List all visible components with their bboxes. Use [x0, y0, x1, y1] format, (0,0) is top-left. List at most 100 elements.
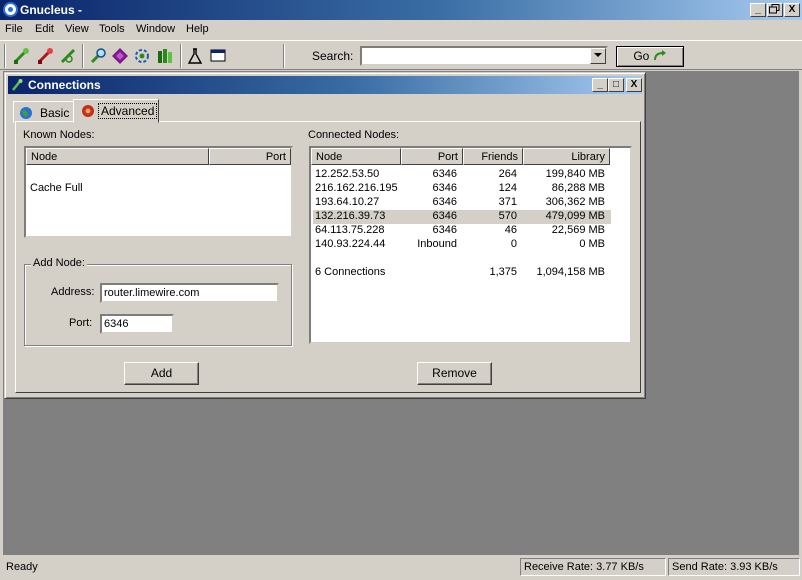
status-ready: Ready [6, 561, 38, 573]
port-label: Port: [69, 317, 93, 329]
node-address: 140.93.224.44 [315, 238, 386, 250]
node-port: Inbound [417, 238, 457, 250]
go-label: Go [633, 49, 650, 63]
app-title: Gnucleus - [20, 3, 83, 17]
tab-basic[interactable]: Basic [13, 101, 75, 123]
connections-window: Connections _ □ X Basic Advanced Known N… [4, 72, 646, 399]
add-node-group: Add Node: Address: Port: [24, 257, 292, 346]
tab-advanced[interactable]: Advanced [73, 99, 159, 123]
disconnect-icon[interactable] [36, 47, 54, 65]
connected-node-row[interactable]: 140.93.224.44 Inbound 0 0 MB [313, 238, 611, 252]
close-button[interactable]: X [784, 3, 800, 17]
known-nodes-list[interactable]: Node Port Cache Full [24, 146, 293, 238]
go-arrow-icon [653, 50, 666, 61]
node-library: 199,840 MB [545, 168, 605, 180]
add-button[interactable]: Add [124, 362, 199, 385]
connected-node-row[interactable]: 216.162.216.195 6346 124 86,288 MB [313, 182, 611, 196]
search-tool-icon[interactable] [89, 47, 107, 65]
connections-summary-row: 6 Connections 1,375 1,094,158 MB [313, 266, 611, 280]
connected-header-friends[interactable]: Friends [463, 148, 523, 165]
node-icon[interactable] [59, 47, 77, 65]
connect-icon[interactable] [12, 47, 30, 65]
globe-icon [20, 107, 32, 119]
connected-header-port[interactable]: Port [401, 148, 463, 165]
node-port: 6346 [432, 196, 457, 208]
toolbar-separator [283, 44, 285, 68]
port-field[interactable] [100, 314, 174, 334]
node-port: 6346 [432, 168, 457, 180]
connections-count: 6 Connections [315, 266, 386, 278]
connected-node-row[interactable]: 12.252.53.50 6346 264 199,840 MB [313, 168, 611, 182]
node-friends: 124 [498, 182, 517, 194]
node-friends: 264 [498, 168, 517, 180]
search-dropdown-button[interactable] [590, 48, 606, 64]
tab-advanced-label: Advanced [98, 103, 158, 119]
known-nodes-header-node[interactable]: Node [26, 148, 209, 165]
connected-node-row[interactable]: 193.64.10.27 6346 371 306,362 MB [313, 196, 611, 210]
connections-maximize-button[interactable]: □ [608, 78, 624, 92]
window-icon[interactable] [209, 47, 227, 65]
status-send-rate: Send Rate: 3.93 KB/s [668, 558, 800, 576]
node-library: 479,099 MB [545, 210, 605, 222]
restore-icon [769, 4, 780, 14]
connections-title-bar[interactable]: Connections _ □ X [8, 76, 642, 94]
toolbar-separator [82, 44, 84, 68]
library-icon[interactable] [156, 47, 174, 65]
connected-header-library[interactable]: Library [523, 148, 610, 165]
node-address: 193.64.10.27 [315, 196, 380, 208]
node-address: 216.162.216.195 [315, 182, 398, 194]
node-address: 64.113.75.228 [315, 224, 385, 236]
app-title-bar[interactable]: Gnucleus - _ X [0, 0, 802, 20]
node-library: 306,362 MB [545, 196, 605, 208]
flask-icon[interactable] [186, 47, 204, 65]
toolbar-separator [180, 44, 182, 68]
gnucleus-app-icon[interactable] [3, 2, 18, 17]
transfer-icon[interactable] [133, 47, 151, 65]
menu-bar: File Edit View Tools Window Help [0, 20, 802, 40]
minimize-button[interactable]: _ [750, 3, 766, 17]
menu-edit[interactable]: Edit [35, 23, 54, 35]
connections-window-icon [12, 79, 23, 91]
connections-close-button[interactable]: X [626, 78, 642, 92]
node-friends: 371 [498, 196, 517, 208]
chevron-down-icon [594, 53, 602, 57]
node-friends: 0 [510, 238, 517, 250]
node-port: 6346 [432, 224, 457, 236]
menu-window[interactable]: Window [136, 23, 175, 35]
node-address: 12.252.53.50 [315, 168, 380, 180]
connected-nodes-label: Connected Nodes: [308, 129, 400, 141]
status-receive-rate: Receive Rate: 3.77 KB/s [520, 558, 666, 576]
node-library: 0 MB [579, 238, 605, 250]
advanced-network-icon [82, 105, 94, 117]
connected-node-row-selected[interactable]: 132.216.39.73 6346 570 479,099 MB [313, 210, 611, 224]
search-input[interactable] [360, 46, 608, 66]
menu-file[interactable]: File [5, 23, 23, 35]
known-nodes-header-port[interactable]: Port [209, 148, 291, 165]
toolbar: Search: Go [0, 40, 802, 70]
status-bar: Ready Receive Rate: 3.77 KB/s Send Rate:… [0, 556, 802, 580]
search-label: Search: [312, 49, 354, 63]
menu-view[interactable]: View [65, 23, 89, 35]
restore-button[interactable] [767, 3, 783, 17]
address-label: Address: [51, 286, 95, 298]
advanced-tab-panel: Known Nodes: Node Port Cache Full Add No… [15, 121, 641, 393]
shield-icon[interactable] [111, 47, 129, 65]
connections-minimize-button[interactable]: _ [592, 78, 608, 92]
connected-header-node[interactable]: Node [311, 148, 401, 165]
connected-nodes-list[interactable]: Node Port Friends Library 12.252.53.50 6… [309, 146, 632, 344]
node-port: 6346 [432, 210, 457, 222]
menu-help[interactable]: Help [186, 23, 209, 35]
total-library: 1,094,158 MB [536, 266, 606, 278]
menu-tools[interactable]: Tools [99, 23, 125, 35]
remove-button[interactable]: Remove [417, 362, 492, 385]
node-address: 132.216.39.73 [315, 210, 386, 222]
connected-node-row[interactable]: 64.113.75.228 6346 46 22,569 MB [313, 224, 611, 238]
address-field[interactable] [100, 283, 279, 303]
node-friends: 46 [504, 224, 517, 236]
known-nodes-status: Cache Full [30, 182, 83, 194]
known-nodes-label: Known Nodes: [23, 129, 95, 141]
go-button[interactable]: Go [616, 46, 684, 67]
connections-title: Connections [28, 78, 101, 92]
node-library: 22,569 MB [551, 224, 605, 236]
toolbar-grip [4, 44, 6, 68]
